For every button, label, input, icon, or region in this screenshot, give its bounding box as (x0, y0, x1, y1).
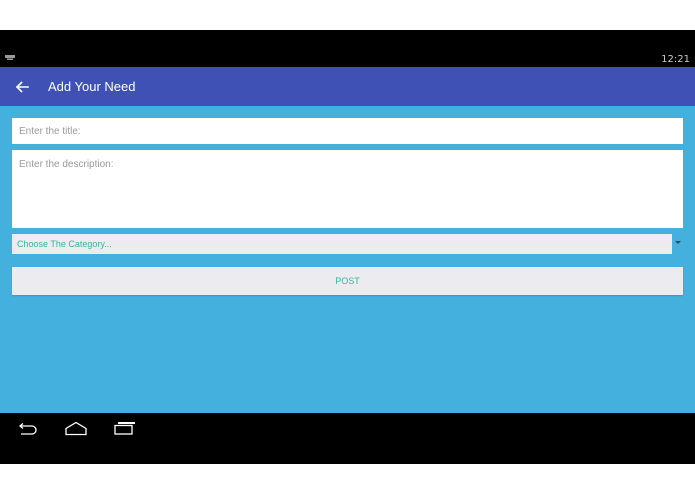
category-dropdown[interactable]: Choose The Category... (12, 234, 672, 254)
form-container: Enter the title: Enter the description: … (0, 106, 695, 413)
device-frame: 12:21 Add Your Need Enter the title: Ent… (0, 30, 695, 464)
app-bar: Add Your Need (0, 67, 695, 106)
nav-home-icon[interactable] (64, 421, 88, 436)
status-bar: 12:21 (0, 30, 695, 67)
description-input-placeholder: Enter the description: (19, 159, 114, 170)
title-input-placeholder: Enter the title: (19, 126, 81, 137)
status-clock: 12:21 (661, 54, 690, 65)
nav-back-icon[interactable] (17, 423, 39, 437)
dropdown-arrow-icon[interactable] (675, 241, 681, 244)
description-input[interactable]: Enter the description: (12, 150, 683, 228)
page-title: Add Your Need (48, 79, 136, 94)
post-button-label: POST (335, 276, 360, 286)
post-button[interactable]: POST (12, 267, 683, 295)
keyboard-notification-icon (5, 55, 15, 60)
title-input[interactable]: Enter the title: (12, 118, 683, 144)
nav-recents-icon[interactable] (113, 421, 137, 435)
category-dropdown-value: Choose The Category... (17, 239, 112, 249)
arrow-back-icon[interactable] (13, 78, 31, 96)
navigation-bar (0, 413, 695, 464)
